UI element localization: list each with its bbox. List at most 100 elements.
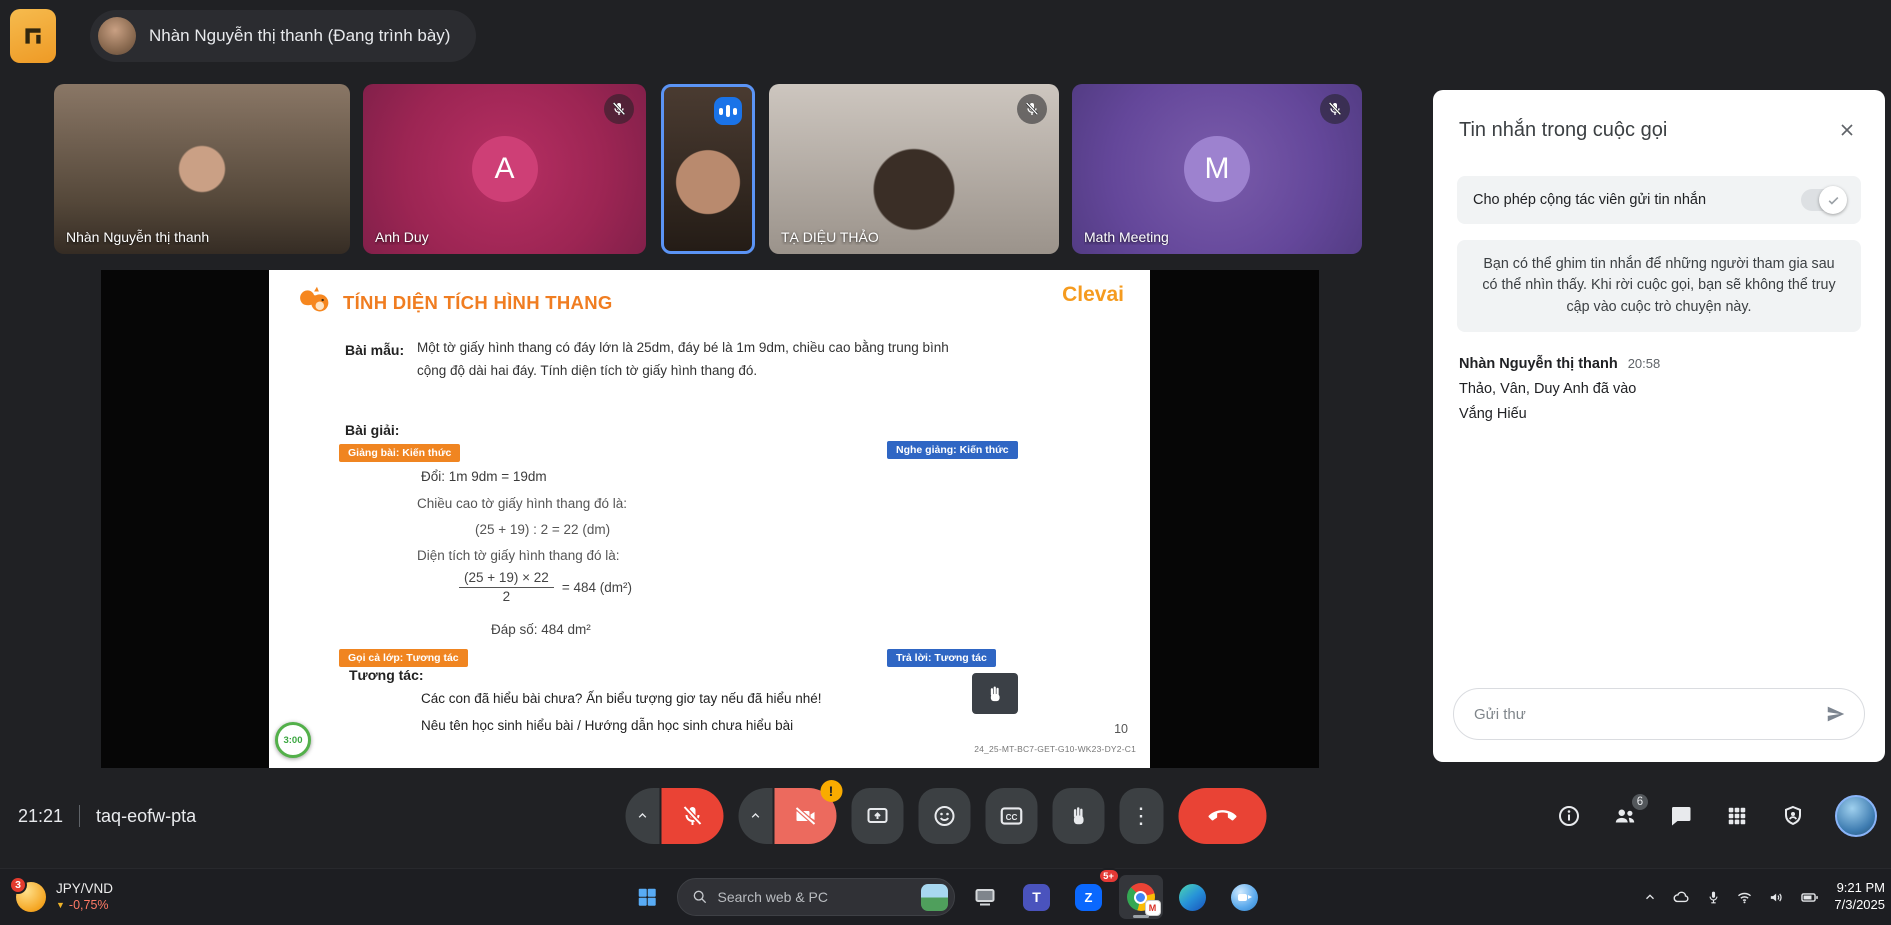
call-side-controls: 6 (1555, 792, 1877, 837)
app-icon-monitor[interactable] (963, 875, 1007, 919)
chat-panel: Tin nhắn trong cuộc gọi Cho phép cộng tá… (1433, 90, 1885, 762)
present-screen-button[interactable] (851, 788, 903, 844)
app-icon-zalo[interactable]: Z 5+ (1067, 868, 1120, 919)
widget-text: JPY/VND ▼ -0,75% (56, 881, 113, 914)
more-options-icon: ⋮ (1130, 803, 1152, 828)
presenter-name: Nhàn Nguyễn thị thanh (Đang trình bày) (149, 26, 451, 45)
onedrive-cloud-button[interactable] (1672, 888, 1691, 907)
mic-mute-button[interactable] (661, 788, 723, 844)
mic-off-icon (1025, 102, 1039, 116)
presentation-stage: TÍNH DIỆN TÍCH HÌNH THANG Clevai Bài mẫu… (101, 270, 1319, 768)
widget-notification-badge: 3 (9, 876, 27, 894)
video-tile-thao[interactable]: TẠ DIỆU THẢO (769, 84, 1059, 254)
camera-options-button[interactable] (738, 788, 772, 844)
mic-off-icon (612, 102, 626, 116)
participant-count-badge: 6 (1630, 792, 1650, 812)
tuong-tac-label: Tương tác: (349, 667, 424, 683)
cc-glyph: CC (1005, 813, 1017, 822)
reactions-button[interactable] (918, 788, 970, 844)
finance-widget-icon: 3 (9, 876, 46, 912)
mic-in-use-button[interactable] (1706, 890, 1721, 905)
clock-time: 21:21 (18, 805, 64, 826)
camera-toggle-button[interactable]: ! (774, 780, 842, 844)
app-icon-zoom[interactable] (1223, 875, 1267, 919)
widgets-button[interactable]: 3 JPY/VND ▼ -0,75% (4, 869, 125, 925)
mic-control-group (625, 788, 723, 844)
solution-line: Đổi: 1m 9dm = 19dm (421, 469, 547, 484)
chat-input-row (1453, 688, 1865, 740)
app-icon-teams[interactable]: T (1015, 875, 1059, 919)
send-message-button[interactable] (1816, 694, 1856, 734)
search-input[interactable] (717, 889, 911, 905)
battery-button[interactable] (1800, 888, 1819, 907)
zalo-icon: Z (1075, 883, 1102, 911)
zoom-icon (1231, 883, 1258, 911)
account-avatar[interactable] (1835, 795, 1877, 837)
pin-info-text: Bạn có thể ghim tin nhắn để những người … (1457, 240, 1861, 333)
tag-goi-ca-lop: Gọi cả lớp: Tương tác (339, 649, 468, 667)
slide-page-number: 10 (1114, 722, 1128, 736)
app-icon-edge[interactable] (1171, 875, 1215, 919)
close-chat-button[interactable] (1831, 114, 1863, 146)
divider (79, 805, 81, 827)
chat-header: Tin nhắn trong cuộc gọi (1433, 90, 1885, 150)
participants-button[interactable]: 6 (1611, 792, 1650, 830)
wifi-button[interactable] (1736, 889, 1753, 906)
present-icon (867, 808, 887, 823)
search-icon (693, 890, 706, 904)
chrome-notification-badge: M (1144, 900, 1161, 916)
captions-icon: CC (1000, 807, 1022, 825)
lesson-timer: 3:00 (275, 722, 311, 758)
send-icon (1827, 706, 1845, 722)
app-logo[interactable] (10, 9, 56, 63)
start-button[interactable] (625, 875, 669, 919)
chat-spacer (1433, 422, 1885, 688)
volume-button[interactable] (1768, 889, 1785, 906)
participant-name: Anh Duy (375, 229, 429, 245)
tray-clock[interactable]: 9:21 PM 7/3/2025 (1834, 880, 1885, 914)
allow-messages-toggle[interactable] (1801, 186, 1847, 214)
mic-off-badge (1017, 94, 1047, 124)
tray-overflow-button[interactable] (1643, 890, 1657, 904)
video-tile-math-meeting[interactable]: M Math Meeting (1072, 84, 1362, 254)
fraction-denominator: 2 (502, 589, 511, 604)
search-daily-image (920, 883, 948, 911)
close-icon (1841, 124, 1853, 136)
system-tray: 9:21 PM 7/3/2025 (1643, 869, 1885, 925)
activities-button[interactable] (1723, 802, 1751, 830)
video-tile-nhan[interactable]: Nhàn Nguyễn thị thanh (54, 84, 350, 254)
call-controls: ! CC ⋮ (625, 780, 1266, 844)
chat-toggle-button[interactable] (1667, 802, 1695, 830)
presenter-pill[interactable]: Nhàn Nguyễn thị thanh (Đang trình bày) (90, 10, 477, 62)
bai-giai-label: Bài giải: (345, 422, 400, 438)
avatar: A (471, 136, 538, 202)
message-header: Nhàn Nguyễn thị thanh 20:58 (1459, 356, 1859, 372)
squirrel-mascot-icon (300, 286, 329, 312)
video-tile-speaking[interactable] (661, 84, 755, 254)
cloud-icon (1673, 891, 1689, 902)
camera-warning-badge: ! (820, 780, 842, 802)
chat-title: Tin nhắn trong cuộc gọi (1459, 118, 1668, 141)
raise-hand-icon (1073, 807, 1084, 825)
problem-text: Một tờ giấy hình thang có đáy lớn là 25d… (417, 340, 949, 378)
raised-hand-icon (990, 686, 1000, 701)
host-controls-button[interactable] (1779, 802, 1807, 830)
raise-hand-button[interactable] (1052, 788, 1104, 844)
mic-options-button[interactable] (625, 788, 659, 844)
apps-grid-icon (1728, 807, 1746, 825)
app-icon-chrome[interactable]: M (1118, 875, 1163, 919)
meeting-details-button[interactable] (1555, 802, 1583, 830)
interaction-line: Nêu tên học sinh hiểu bài / Hướng dẫn họ… (421, 718, 794, 733)
avatar: M (1184, 136, 1250, 202)
video-tile-anh-duy[interactable]: A Anh Duy (363, 84, 646, 254)
end-call-button[interactable] (1178, 788, 1266, 844)
captions-button[interactable]: CC (985, 788, 1037, 844)
teams-icon: T (1023, 883, 1050, 911)
message-time: 20:58 (1627, 356, 1661, 372)
more-options-button[interactable]: ⋮ (1119, 788, 1163, 844)
solution-line: (25 + 19) : 2 = 22 (dm) (475, 522, 611, 537)
taskbar-search[interactable] (676, 878, 955, 916)
monitor-icon (975, 889, 994, 906)
tag-giang-bai: Giảng bài: Kiến thức (339, 444, 461, 462)
chat-input[interactable] (1474, 705, 1808, 723)
